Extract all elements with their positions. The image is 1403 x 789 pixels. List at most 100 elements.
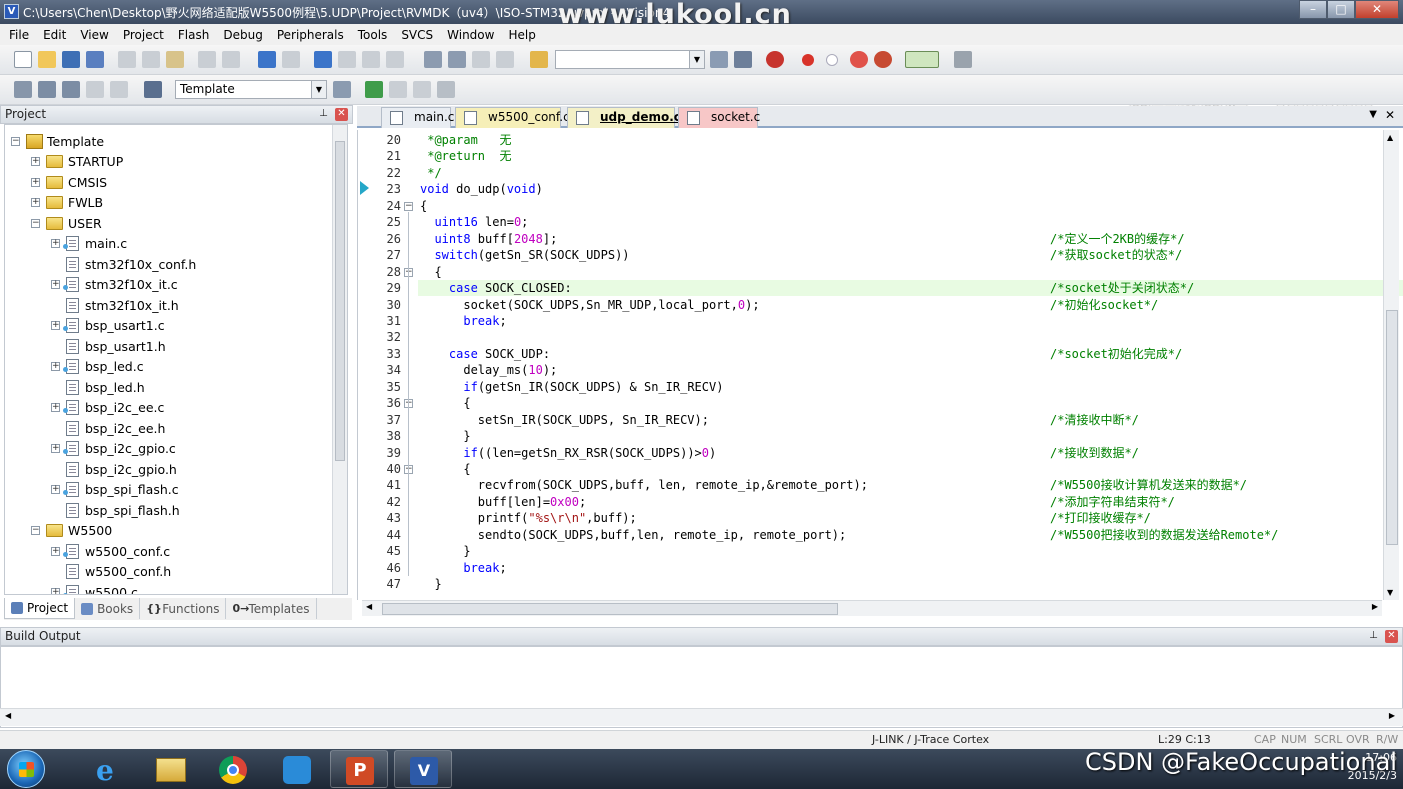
expand-icon[interactable]: + — [51, 403, 60, 412]
expand-icon[interactable]: + — [31, 157, 40, 166]
expand-icon[interactable]: + — [51, 321, 60, 330]
target-select[interactable]: Template ▼ — [175, 80, 327, 99]
pin-icon[interactable]: ⊥ — [1367, 630, 1380, 643]
taskbar-uvision[interactable]: V — [394, 750, 452, 788]
manage-components-icon[interactable] — [365, 81, 383, 98]
expand-icon[interactable]: + — [51, 239, 60, 248]
new-file-icon[interactable] — [14, 51, 32, 68]
tree-item[interactable]: + main.c — [51, 234, 127, 254]
menu-svcs[interactable]: SVCS — [394, 25, 440, 45]
save-icon[interactable] — [62, 51, 80, 68]
tree-item[interactable]: + bsp_i2c_gpio.c — [51, 439, 176, 459]
editor-vertical-scrollbar[interactable]: ▲ ▼ — [1383, 130, 1399, 600]
editor-tab-w5500-conf-c[interactable]: w5500_conf.c — [455, 107, 570, 128]
menu-tools[interactable]: Tools — [351, 25, 395, 45]
collapse-icon[interactable]: − — [31, 526, 40, 535]
find-in-files-icon[interactable] — [530, 51, 548, 68]
scroll-left-icon[interactable]: ◀ — [5, 711, 11, 720]
disable-breakpoint-icon[interactable] — [826, 54, 838, 66]
scroll-right-icon[interactable]: ▶ — [1372, 602, 1378, 611]
menu-flash[interactable]: Flash — [171, 25, 216, 45]
menu-window[interactable]: Window — [440, 25, 501, 45]
tab-project[interactable]: Project — [4, 598, 76, 619]
open-folder-icon[interactable] — [38, 51, 56, 68]
save-all-icon[interactable] — [86, 51, 104, 68]
scroll-left-icon[interactable]: ◀ — [366, 602, 372, 611]
incremental-find-icon[interactable] — [734, 51, 752, 68]
close-editor-icon[interactable]: ✕ — [1385, 108, 1395, 122]
tree-item[interactable]: bsp_i2c_gpio.h — [51, 459, 177, 479]
tree-item[interactable]: bsp_usart1.h — [51, 336, 166, 356]
taskbar-app-blue[interactable] — [268, 750, 326, 788]
tab-templates[interactable]: 0→ Templates — [226, 598, 317, 619]
disable-all-breakpoints-icon[interactable] — [850, 51, 868, 68]
tree-item[interactable]: + CMSIS — [31, 172, 107, 192]
indent-icon[interactable] — [424, 51, 442, 68]
start-button[interactable] — [7, 750, 45, 788]
editor-hscroll-thumb[interactable] — [382, 603, 838, 615]
tree-item[interactable]: + bsp_spi_flash.c — [51, 480, 179, 500]
menu-help[interactable]: Help — [501, 25, 542, 45]
expand-icon[interactable]: + — [51, 280, 60, 289]
undo-icon[interactable] — [198, 51, 216, 68]
tree-item[interactable]: + bsp_usart1.c — [51, 316, 165, 336]
code-editor[interactable]: 20 21 22 23 24 25 26 27 28 29 30 31 32 33 34 35 36 37 38 39… — [357, 130, 1403, 600]
tree-item[interactable]: bsp_i2c_ee.h — [51, 418, 165, 438]
tree-item[interactable]: w5500_conf.h — [51, 562, 171, 582]
tree-item[interactable]: + bsp_led.c — [51, 357, 144, 377]
tab-list-chevron-icon[interactable]: ▼ — [1369, 109, 1377, 120]
tree-item[interactable]: − W5500 — [31, 521, 112, 541]
uvision-app-icon[interactable]: V — [4, 4, 19, 19]
navigate-back-icon[interactable] — [258, 51, 276, 68]
tree-item[interactable]: stm32f10x_it.h — [51, 295, 179, 315]
comment-icon[interactable] — [472, 51, 490, 68]
tree-item[interactable]: − USER — [31, 213, 102, 233]
tree-item[interactable]: stm32f10x_conf.h — [51, 254, 196, 274]
tree-item[interactable]: bsp_led.h — [51, 377, 145, 397]
editor-horizontal-scrollbar[interactable]: ◀ ▶ — [362, 600, 1382, 616]
pin-icon[interactable]: ⊥ — [317, 108, 330, 121]
editor-tab-udp-demo-c[interactable]: udp_demo.c — [567, 107, 681, 128]
expand-icon[interactable]: + — [51, 362, 60, 371]
tree-item[interactable]: + STARTUP — [31, 152, 123, 172]
rebuild-icon[interactable] — [62, 81, 80, 98]
expand-icon[interactable]: + — [31, 177, 40, 187]
expand-icon[interactable]: + — [51, 546, 60, 556]
build-icon[interactable] — [38, 81, 56, 98]
menu-project[interactable]: Project — [116, 25, 171, 45]
close-panel-icon[interactable]: ✕ — [335, 108, 348, 121]
prev-bookmark-icon[interactable] — [338, 51, 356, 68]
batch-build-icon[interactable] — [86, 81, 104, 98]
translate-icon[interactable] — [14, 81, 32, 98]
tree-item[interactable]: bsp_spi_flash.h — [51, 500, 180, 520]
taskbar-explorer[interactable] — [142, 750, 200, 788]
pack-installer-icon[interactable] — [413, 81, 431, 98]
clear-bookmarks-icon[interactable] — [386, 51, 404, 68]
taskbar-powerpoint[interactable]: P — [330, 750, 388, 788]
expand-icon[interactable]: + — [51, 485, 60, 494]
cut-icon[interactable] — [118, 51, 136, 68]
next-bookmark-icon[interactable] — [362, 51, 380, 68]
tree-item[interactable]: + w5500_conf.c — [51, 541, 170, 561]
code-area[interactable]: *@param 无 *@return 无 */ void do_udp(void)… — [360, 130, 1380, 600]
multi-project-icon[interactable] — [389, 81, 407, 98]
menu-edit[interactable]: Edit — [36, 25, 73, 45]
tree-item[interactable]: + stm32f10x_it.c — [51, 275, 178, 295]
window-layout-icon[interactable] — [905, 51, 939, 68]
expand-icon[interactable]: + — [51, 444, 60, 453]
editor-tab-socket-c[interactable]: socket.c — [678, 107, 760, 128]
tab-books[interactable]: Books — [75, 598, 141, 619]
stop-build-icon[interactable] — [110, 81, 128, 98]
download-icon[interactable] — [144, 81, 162, 98]
tree-scroll-thumb[interactable] — [335, 141, 345, 461]
editor-tab-main-c[interactable]: main.c — [381, 107, 454, 128]
tree-item[interactable]: − Template — [11, 131, 104, 151]
scroll-down-icon[interactable]: ▼ — [1387, 588, 1393, 597]
minimize-button[interactable]: – — [1299, 0, 1327, 19]
uncomment-icon[interactable] — [496, 51, 514, 68]
scroll-up-icon[interactable]: ▲ — [1387, 133, 1393, 142]
menu-view[interactable]: View — [73, 25, 115, 45]
kill-all-breakpoints-icon[interactable] — [874, 51, 892, 68]
collapse-icon[interactable]: − — [11, 136, 20, 146]
menu-peripherals[interactable]: Peripherals — [270, 25, 351, 45]
